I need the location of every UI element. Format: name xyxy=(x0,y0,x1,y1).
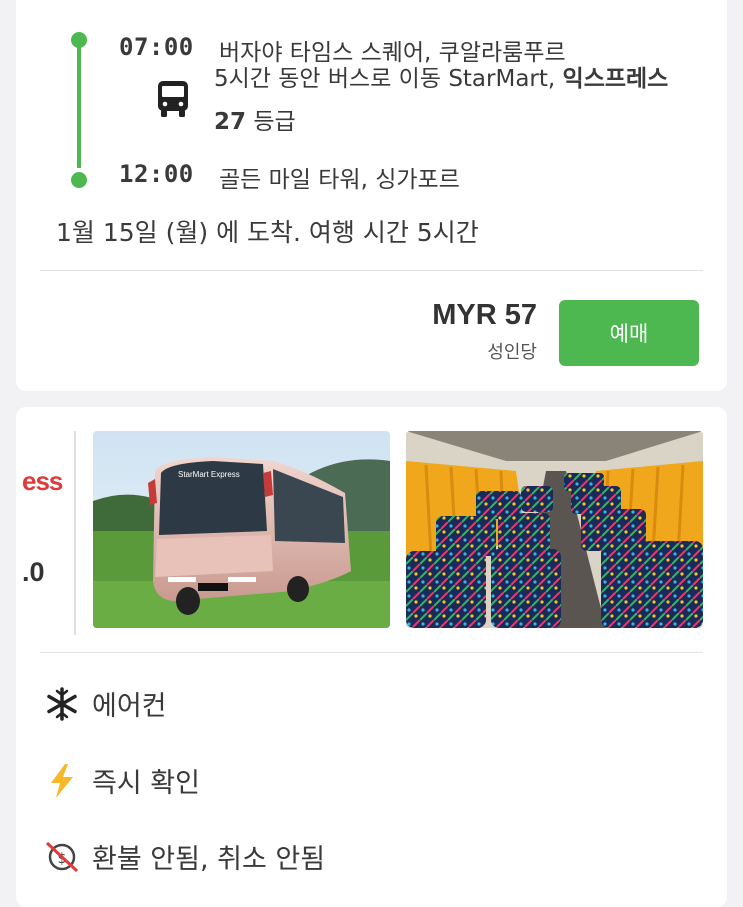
bus-exterior-image: StarMart Express xyxy=(93,431,390,628)
lightning-icon xyxy=(44,763,80,799)
trip-card: 07:00 버자야 타임스 스퀘어, 쿠알라룸푸르 5시간 동안 버스로 이동 … xyxy=(16,0,727,391)
operator-divider xyxy=(74,431,76,635)
bus-exterior-photo[interactable]: StarMart Express xyxy=(93,431,390,628)
operator-rating: .0 xyxy=(22,557,45,587)
feature-label: 즉시 확인 xyxy=(92,768,200,799)
bus-icon xyxy=(158,81,188,117)
arrival-place: 골든 마일 타워, 싱가포르 xyxy=(219,167,460,193)
snowflake-icon xyxy=(44,686,80,722)
timeline-start-dot xyxy=(71,32,87,48)
operator-logo[interactable]: ess xyxy=(22,466,63,497)
svg-text:StarMart Express: StarMart Express xyxy=(178,470,240,479)
trip-description-text: 5시간 동안 버스로 이동 StarMart, xyxy=(214,66,563,92)
bus-interior-image xyxy=(406,431,703,628)
divider xyxy=(40,652,703,653)
feature-label: 환불 안됨, 취소 안됨 xyxy=(92,844,326,875)
price-label: 성인당 xyxy=(487,342,537,363)
price: MYR 57 xyxy=(432,299,537,331)
operator-card: ess .0 StarMart Express 에어컨 즉시 확인 환불 안됨,… xyxy=(16,407,727,907)
arrival-note: 1월 15일 (월) 에 도착. 여행 시간 5시간 xyxy=(56,218,479,247)
arrival-time: 12:00 xyxy=(119,160,194,188)
feature-air-conditioning: 에어컨 xyxy=(44,684,167,723)
trip-description: 5시간 동안 버스로 이동 StarMart, 익스프레스 27 등급 xyxy=(214,58,694,144)
book-button[interactable]: 예매 xyxy=(559,300,699,366)
no-refund-icon: $ xyxy=(44,839,80,875)
timeline-end-dot xyxy=(71,172,87,188)
feature-no-refund: $ 환불 안됨, 취소 안됨 xyxy=(44,837,325,876)
bus-interior-photo[interactable] xyxy=(406,431,703,628)
feature-instant-confirm: 즉시 확인 xyxy=(44,761,200,800)
divider xyxy=(40,270,703,271)
trip-description-tail: 등급 xyxy=(246,109,296,135)
feature-label: 에어컨 xyxy=(92,691,167,722)
timeline-line xyxy=(77,40,81,168)
departure-time: 07:00 xyxy=(119,33,194,61)
